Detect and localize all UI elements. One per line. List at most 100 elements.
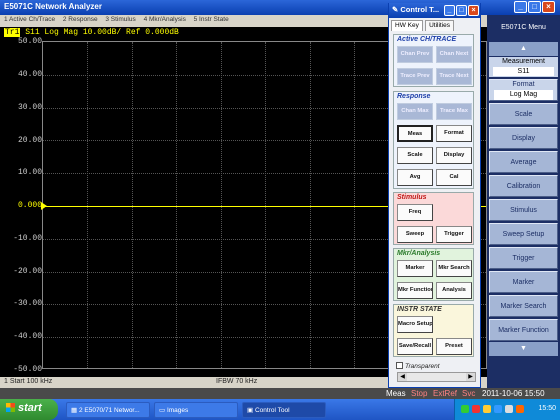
trigger-softkey[interactable]: Trigger	[489, 247, 558, 269]
close-icon[interactable]: ×	[468, 5, 479, 16]
instr-state-group: INSTR STATE Macro Setup Save/Recall Pres…	[393, 304, 474, 357]
transparent-option[interactable]: Transparent	[396, 362, 440, 370]
group-title: Stimulus	[397, 194, 427, 201]
tray-icon[interactable]	[461, 405, 469, 413]
analysis-button[interactable]: Analysis	[436, 282, 472, 299]
sweep-setup-softkey[interactable]: Sweep Setup	[489, 223, 558, 245]
control-tool-title-bar[interactable]: ✎ Control T... _ □ ×	[389, 3, 480, 18]
trace-badge: Tr1	[4, 28, 21, 37]
start-label: start	[18, 402, 42, 414]
analyzer-screen: E5071C Network Analyzer _ □ × 1 Active C…	[0, 0, 560, 420]
scale-button[interactable]: Scale	[397, 147, 433, 164]
chan-prev-button[interactable]: Chan Prev	[397, 46, 433, 63]
tray-icon[interactable]	[483, 405, 491, 413]
preset-button[interactable]: Preset	[436, 338, 472, 355]
softkey-menu: E5071C Menu ▲ Measurement S11 Format Log…	[487, 15, 560, 388]
y-label: -50.00	[13, 365, 42, 374]
freq-button[interactable]: Freq	[397, 204, 433, 221]
tab-hw-key[interactable]: HW Key	[391, 20, 423, 31]
format-button[interactable]: Format	[436, 125, 472, 142]
taskbar-item-images[interactable]: ▭ Images	[154, 402, 238, 418]
marker-search-softkey[interactable]: Marker Search	[489, 295, 558, 317]
menu-up-arrow-icon[interactable]: ▲	[489, 42, 558, 56]
marker-button[interactable]: Marker	[397, 260, 433, 277]
trace-next-button[interactable]: Trace Next	[436, 68, 472, 85]
grid-line	[87, 42, 88, 368]
display-softkey[interactable]: Display	[489, 127, 558, 149]
svc-status: Svc	[462, 389, 476, 398]
menu-instr-state[interactable]: 5 Instr State	[194, 16, 229, 23]
meas-status: Meas	[386, 389, 406, 398]
tray-icon[interactable]	[472, 405, 480, 413]
trigger-button[interactable]: Trigger	[436, 226, 472, 243]
cal-button[interactable]: Cal	[436, 169, 472, 186]
scroll-left-icon[interactable]: ◀	[398, 373, 407, 381]
group-title: Active CH/TRACE	[397, 36, 457, 43]
extref-status: ExtRef	[433, 389, 458, 398]
app-icon: ▣	[247, 407, 255, 414]
stimulus-softkey[interactable]: Stimulus	[489, 199, 558, 221]
average-softkey[interactable]: Average	[489, 151, 558, 173]
taskbar-item-control-tool[interactable]: ▣ Control Tool	[242, 402, 326, 418]
transparent-label: Transparent	[405, 363, 440, 370]
ifbw-value: IFBW 70 kHz	[216, 378, 258, 385]
marker-softkey[interactable]: Marker	[489, 271, 558, 293]
tray-icon[interactable]	[494, 405, 502, 413]
menu-mkr-analysis[interactable]: 4 Mkr/Analysis	[144, 16, 186, 23]
meas-button[interactable]: Meas	[397, 125, 433, 142]
scale-softkey[interactable]: Scale	[489, 103, 558, 125]
task-label: Control Tool	[254, 407, 290, 414]
menu-response[interactable]: 2 Response	[63, 16, 98, 23]
stimulus-group: Stimulus Freq Sweep Trigger	[393, 192, 474, 245]
tray-icon[interactable]	[516, 405, 524, 413]
mkr-search-button[interactable]: Mkr Search	[436, 260, 472, 277]
chan-next-button[interactable]: Chan Next	[436, 46, 472, 63]
chan-max-button[interactable]: Chan Max	[397, 103, 433, 120]
trace-max-button[interactable]: Trace Max	[436, 103, 472, 120]
tab-utilities[interactable]: Utilities	[425, 20, 455, 31]
transparent-checkbox[interactable]	[396, 362, 403, 369]
sweep-button[interactable]: Sweep	[397, 226, 433, 243]
display-button[interactable]: Display	[436, 147, 472, 164]
instrument-info-bar: Meas Stop ExtRef Svc 2011-10-06 15:50	[0, 388, 560, 399]
menu-down-arrow-icon[interactable]: ▼	[489, 342, 558, 356]
maximize-icon[interactable]: □	[456, 5, 467, 16]
y-label: -40.00	[13, 332, 42, 341]
menu-stimulus[interactable]: 3 Stimulus	[105, 16, 135, 23]
minimize-icon[interactable]: _	[514, 1, 527, 13]
menu-active-ch-trace[interactable]: 1 Active Ch/Trace	[4, 16, 55, 23]
task-label: Images	[166, 407, 189, 414]
horizontal-scrollbar[interactable]: ◀ ▶	[397, 372, 476, 382]
close-icon[interactable]: ×	[542, 1, 555, 13]
group-title: Response	[397, 93, 431, 100]
y-label: 10.00	[17, 168, 42, 177]
reference-marker-icon	[41, 202, 47, 210]
maximize-icon[interactable]: □	[528, 1, 541, 13]
measurement-softkey[interactable]: Measurement S11	[489, 57, 558, 77]
marker-function-softkey[interactable]: Marker Function	[489, 319, 558, 341]
grid-line	[310, 42, 311, 368]
minimize-icon[interactable]: _	[444, 5, 455, 16]
avg-button[interactable]: Avg	[397, 169, 433, 186]
y-label-reference: 0.000	[17, 201, 42, 210]
measurement-label: Measurement	[502, 58, 545, 65]
macro-setup-button[interactable]: Macro Setup	[397, 316, 433, 333]
softkey-menu-title: E5071C Menu	[487, 15, 560, 41]
y-label: 40.00	[17, 70, 42, 79]
format-label: Format	[512, 81, 535, 88]
save-recall-button[interactable]: Save/Recall	[397, 338, 433, 355]
app-icon: ▦	[71, 407, 79, 414]
scroll-right-icon[interactable]: ▶	[466, 373, 475, 381]
format-softkey[interactable]: Format Log Mag	[489, 79, 558, 101]
calibration-softkey[interactable]: Calibration	[489, 175, 558, 197]
y-label: 20.00	[17, 136, 42, 145]
taskbar-item-network-analyzer[interactable]: ▦ 2 E5070/71 Networ...	[66, 402, 150, 418]
start-button[interactable]: start	[0, 399, 58, 420]
trace-prev-button[interactable]: Trace Prev	[397, 68, 433, 85]
y-label: -10.00	[13, 234, 42, 243]
response-group: Response Chan Max Trace Max Meas Format …	[393, 91, 474, 189]
mkr-function-button[interactable]: Mkr Function	[397, 282, 433, 299]
tray-icon[interactable]	[505, 405, 513, 413]
measurement-value: S11	[493, 67, 554, 76]
y-label: 50.00	[17, 37, 42, 46]
